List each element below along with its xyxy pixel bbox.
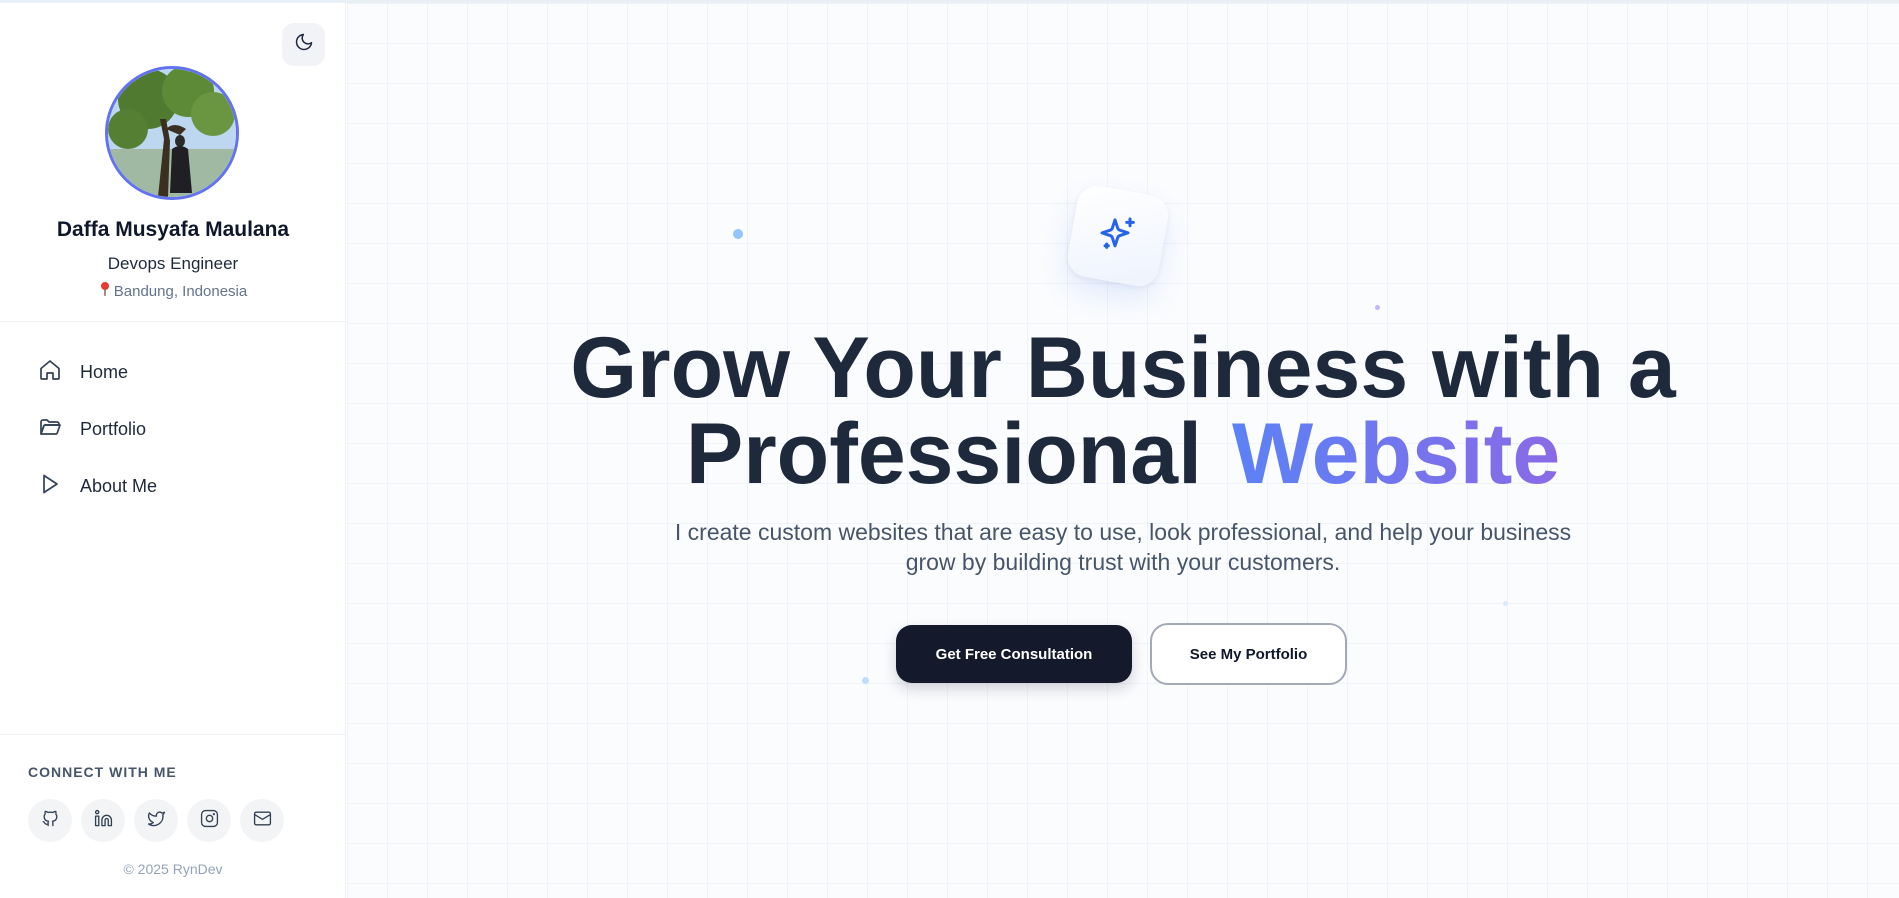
get-free-consultation-button[interactable]: Get Free Consultation [896, 625, 1132, 683]
folder-icon [38, 415, 62, 444]
copyright: © 2025 RynDev [123, 861, 223, 877]
top-border [0, 0, 1899, 3]
profile-role: Devops Engineer [107, 254, 239, 273]
sparkles-icon [1094, 210, 1141, 261]
twitter-icon [147, 809, 166, 833]
instagram-link[interactable] [187, 799, 231, 842]
profile-name: Daffa Musyafa Maulana [56, 218, 290, 241]
hero-section: Grow Your Business with a Professional We… [347, 3, 1899, 898]
home-icon [38, 358, 62, 387]
linkedin-link[interactable] [81, 799, 125, 842]
social-links [28, 799, 284, 842]
location-text: Bandung, Indonesia [113, 282, 248, 300]
sidebar-item-portfolio[interactable]: Portfolio [0, 401, 346, 458]
divider [0, 321, 346, 322]
sidebar-item-home[interactable]: Home [0, 344, 346, 401]
hero-title: Grow Your Business with a Professional We… [347, 325, 1899, 497]
sidebar-nav: Home Portfolio About Me [0, 344, 346, 515]
moon-icon [294, 32, 314, 57]
decorative-dot [1375, 305, 1380, 310]
decorative-dot [1503, 601, 1508, 606]
twitter-link[interactable] [134, 799, 178, 842]
sidebar-item-label: About Me [80, 476, 158, 496]
decorative-dot [733, 229, 743, 239]
avatar [105, 66, 239, 200]
sidebar: Daffa Musyafa Maulana Devops Engineer Ba… [0, 0, 346, 898]
linkedin-icon [94, 809, 113, 833]
github-icon [41, 809, 60, 833]
sidebar-item-label: Home [80, 362, 129, 382]
hero-title-line1: Grow Your Business with a [570, 320, 1676, 416]
play-icon [38, 472, 62, 501]
pin-icon [99, 281, 111, 301]
see-my-portfolio-button[interactable]: See My Portfolio [1150, 623, 1347, 685]
mail-icon [253, 809, 272, 833]
decorative-dot [862, 677, 869, 684]
profile-location: Bandung, Indonesia [0, 281, 346, 301]
sidebar-item-label: Portfolio [80, 419, 147, 439]
divider [0, 734, 346, 735]
instagram-icon [200, 809, 219, 833]
theme-toggle-button[interactable] [282, 23, 325, 66]
sparkle-badge [1064, 182, 1172, 290]
hero-title-accent: Website [1232, 406, 1561, 502]
hero-title-line2: Professional [685, 406, 1202, 502]
github-link[interactable] [28, 799, 72, 842]
sidebar-item-about[interactable]: About Me [0, 458, 346, 515]
connect-title: CONNECT WITH ME [28, 764, 177, 780]
mail-link[interactable] [240, 799, 284, 842]
hero-subtitle: I create custom websites that are easy t… [674, 519, 1572, 575]
